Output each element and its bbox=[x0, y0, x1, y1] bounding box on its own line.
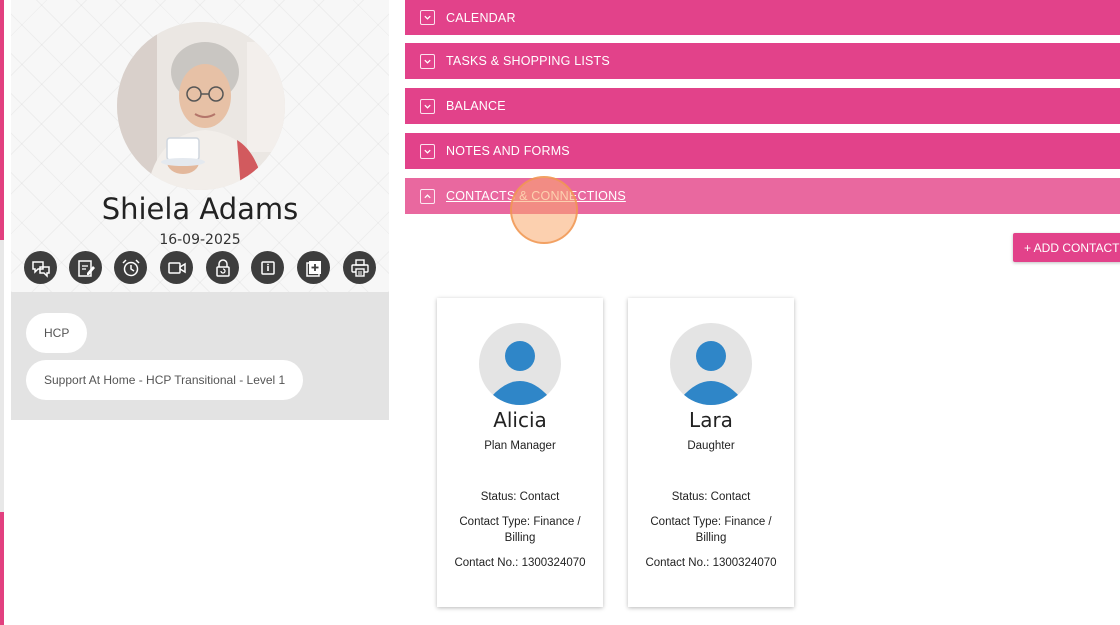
chat-button[interactable] bbox=[24, 251, 57, 284]
section-label: CALENDAR bbox=[446, 10, 516, 25]
alarm-button[interactable] bbox=[114, 251, 147, 284]
chat-icon bbox=[31, 260, 50, 278]
video-camera-icon bbox=[167, 261, 186, 274]
add-document-button[interactable] bbox=[297, 251, 330, 284]
profile-card: Shiela Adams 16-09-2025 bbox=[11, 0, 389, 292]
contact-role: Plan Manager bbox=[484, 440, 556, 452]
contact-type: Contact Type: Finance / Billing bbox=[650, 516, 772, 544]
profile-date: 16-09-2025 bbox=[159, 232, 241, 248]
person-icon bbox=[670, 323, 752, 405]
contact-name: Lara bbox=[689, 408, 733, 432]
profile-photo bbox=[117, 22, 285, 190]
alarm-clock-icon bbox=[121, 258, 140, 276]
section-label: NOTES AND FORMS bbox=[446, 144, 570, 158]
contact-type: Contact Type: Finance / Billing bbox=[459, 516, 581, 544]
profile-name: Shiela Adams bbox=[101, 192, 299, 226]
print-icon bbox=[350, 258, 369, 277]
contact-card[interactable]: Lara Daughter Status: Contact Contact Ty… bbox=[628, 298, 794, 607]
tags-panel: HCP Support At Home - HCP Transitional -… bbox=[11, 292, 389, 420]
chevron-down-icon bbox=[420, 143, 435, 159]
contact-name: Alicia bbox=[493, 408, 547, 432]
contact-status: Status: Contact bbox=[480, 491, 560, 503]
section-notes-forms[interactable]: NOTES AND FORMS bbox=[405, 133, 1120, 169]
lock-button[interactable] bbox=[206, 251, 239, 284]
add-contact-button[interactable]: + ADD CONTACT bbox=[1013, 233, 1120, 262]
info-button[interactable] bbox=[251, 251, 284, 284]
contact-status: Status: Contact bbox=[671, 491, 751, 503]
print-button[interactable] bbox=[343, 251, 376, 284]
contact-card[interactable]: Alicia Plan Manager Status: Contact Cont… bbox=[437, 298, 603, 607]
section-balance[interactable]: BALANCE bbox=[405, 88, 1120, 124]
section-label: BALANCE bbox=[446, 99, 506, 113]
section-calendar[interactable]: CALENDAR bbox=[405, 0, 1120, 35]
left-edge-accent bbox=[0, 0, 4, 240]
lock-refresh-icon bbox=[215, 258, 230, 277]
chevron-down-icon bbox=[420, 53, 435, 69]
section-contacts-connections[interactable]: CONTACTS & CONNECTIONS bbox=[405, 178, 1120, 214]
tag-chip: Support At Home - HCP Transitional - Lev… bbox=[26, 360, 304, 400]
section-label: CONTACTS & CONNECTIONS bbox=[446, 189, 626, 203]
tag-chip: HCP bbox=[26, 313, 88, 353]
info-icon bbox=[260, 260, 275, 275]
chevron-down-icon bbox=[420, 98, 435, 114]
left-edge-accent bbox=[0, 512, 4, 625]
edit-note-icon bbox=[77, 259, 95, 277]
video-call-button[interactable] bbox=[160, 251, 193, 284]
person-icon bbox=[479, 323, 561, 405]
chevron-down-icon bbox=[420, 10, 435, 25]
section-label: TASKS & SHOPPING LISTS bbox=[446, 54, 610, 68]
add-document-icon bbox=[305, 260, 321, 277]
chevron-up-icon bbox=[420, 188, 435, 204]
left-edge-bar bbox=[0, 0, 4, 625]
section-tasks-shopping[interactable]: TASKS & SHOPPING LISTS bbox=[405, 43, 1120, 79]
contact-phone: Contact No.: 1300324070 bbox=[454, 557, 586, 569]
contact-role: Daughter bbox=[687, 440, 735, 452]
contact-phone: Contact No.: 1300324070 bbox=[645, 557, 777, 569]
edit-note-button[interactable] bbox=[69, 251, 102, 284]
